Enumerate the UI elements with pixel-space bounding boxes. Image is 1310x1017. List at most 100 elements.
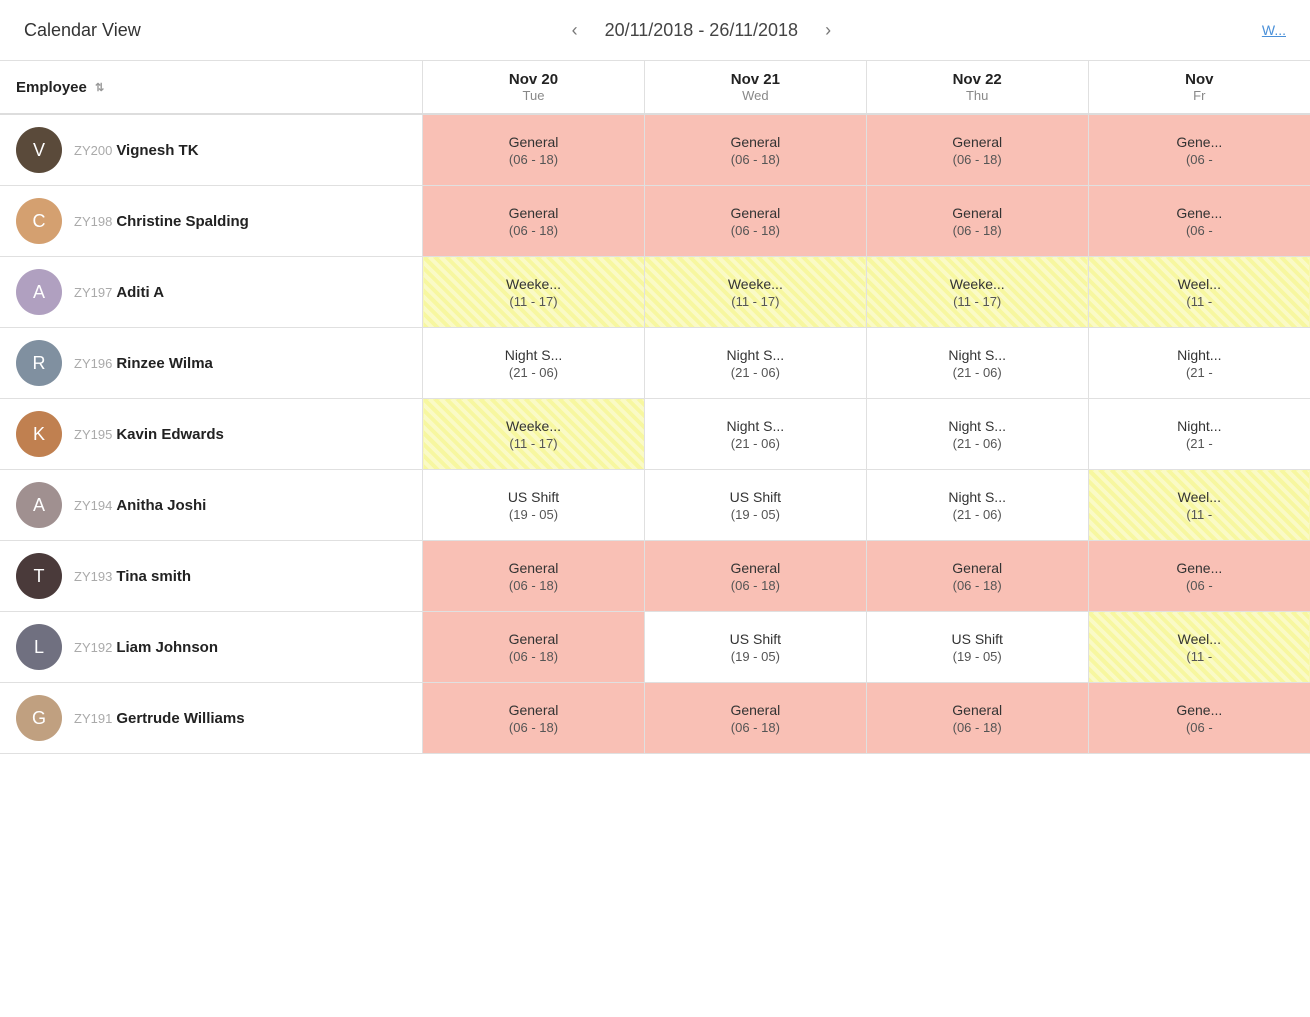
shift-time: (06 - [1097,578,1302,593]
shift-cell-6-1[interactable]: General (06 - 18) [644,541,866,612]
shift-time: (06 - 18) [875,578,1080,593]
shift-cell-0-0[interactable]: General(06 - 18) [423,114,645,186]
avatar: C [16,198,62,244]
shift-cell-7-1[interactable]: US Shift(19 - 05) [644,612,866,683]
next-arrow[interactable]: › [814,16,842,44]
day-sub-3: Fr [1097,88,1302,103]
shift-label: General [431,205,636,221]
employee-cell-7: LZY192 Liam Johnson [0,612,423,683]
shift-time: (06 - 18) [653,720,858,735]
shift-cell-0-2[interactable]: General(06 - 18) [866,114,1088,186]
shift-label: General [653,560,858,576]
shift-cell-2-2[interactable]: Weeke...(11 - 17) [866,257,1088,328]
shift-cell-4-2[interactable]: Night S...(21 - 06) [866,399,1088,470]
shift-label: Weel... [1097,489,1302,505]
shift-cell-5-1[interactable]: US Shift(19 - 05) [644,470,866,541]
employee-id: ZY193 [74,569,112,584]
shift-time: (19 - 05) [431,507,636,522]
calendar-table: Employee ⇅ Nov 20 Tue Nov 21 Wed Nov 22 … [0,61,1310,754]
shift-time: (11 - 17) [431,294,636,309]
view-link[interactable]: W... [1262,22,1286,38]
shift-cell-3-1[interactable]: Night S...(21 - 06) [644,328,866,399]
shift-cell-6-2[interactable]: General(06 - 18) [866,541,1088,612]
table-row: TZY193 Tina smithGeneral(06 - 18)General… [0,541,1310,612]
shift-label: US Shift [653,489,858,505]
employee-cell-4: KZY195 Kavin Edwards [0,399,423,470]
shift-cell-0-1[interactable]: General(06 - 18) [644,114,866,186]
shift-label: Night S... [653,347,858,363]
shift-cell-8-3[interactable]: Gene...(06 - [1088,683,1310,754]
shift-time: (06 - 18) [431,649,636,664]
shift-cell-2-1[interactable]: Weeke...(11 - 17) [644,257,866,328]
shift-cell-4-3[interactable]: Night... (21 - [1088,399,1310,470]
shift-time: (21 - 06) [431,365,636,380]
shift-cell-0-3[interactable]: Gene...(06 - [1088,114,1310,186]
shift-cell-8-0[interactable]: General(06 - 18) [423,683,645,754]
prev-arrow[interactable]: ‹ [561,16,589,44]
shift-cell-5-3[interactable]: Weel...(11 - [1088,470,1310,541]
shift-label: Gene... [1097,702,1302,718]
table-row: KZY195 Kavin EdwardsWeeke...(11 - 17)Nig… [0,399,1310,470]
shift-cell-4-1[interactable]: Night S...(21 - 06) [644,399,866,470]
shift-time: (11 - [1097,649,1302,664]
shift-cell-3-3[interactable]: Night... (21 - [1088,328,1310,399]
shift-label: Gene... [1097,205,1302,221]
employee-name: Anitha Joshi [116,497,206,514]
shift-cell-6-0[interactable]: General(06 - 18) [423,541,645,612]
shift-cell-1-3[interactable]: Gene...(06 - [1088,186,1310,257]
shift-time: (11 - [1097,294,1302,309]
employee-name-id: ZY193 Tina smith [74,568,191,585]
shift-cell-2-3[interactable]: Weel...(11 - [1088,257,1310,328]
shift-label: Weeke... [653,276,858,292]
shift-cell-8-2[interactable]: General(06 - 18) [866,683,1088,754]
shift-time: (21 - [1097,365,1302,380]
shift-label: Gene... [1097,134,1302,150]
employee-name-id: ZY194 Anitha Joshi [74,497,206,514]
shift-cell-1-2[interactable]: General(06 - 18) [866,186,1088,257]
employee-cell-3: RZY196 Rinzee Wilma [0,328,423,399]
shift-time: (21 - 06) [875,365,1080,380]
shift-label: US Shift [653,631,858,647]
employee-name: Gertrude Williams [116,710,244,727]
employee-name: Rinzee Wilma [116,355,213,372]
shift-time: (06 - 18) [431,578,636,593]
shift-cell-7-3[interactable]: Weel... (11 - [1088,612,1310,683]
shift-time: (06 - 18) [653,578,858,593]
sort-icon[interactable]: ⇅ [95,81,104,94]
shift-cell-8-1[interactable]: General(06 - 18) [644,683,866,754]
shift-label: General [875,205,1080,221]
shift-cell-7-0[interactable]: General(06 - 18) [423,612,645,683]
day-header-3: Nov Fr [1088,61,1310,114]
avatar: T [16,553,62,599]
shift-cell-3-2[interactable]: Night S...(21 - 06) [866,328,1088,399]
employee-name-id: ZY198 Christine Spalding [74,213,249,230]
avatar: L [16,624,62,670]
shift-cell-5-0[interactable]: US Shift (19 - 05) [423,470,645,541]
shift-cell-1-1[interactable]: General(06 - 18) [644,186,866,257]
shift-time: (21 - 06) [653,436,858,451]
shift-cell-1-0[interactable]: General(06 - 18) [423,186,645,257]
employee-name: Aditi A [116,284,164,301]
shift-label: Night... [1097,418,1302,434]
shift-label: General [875,134,1080,150]
shift-cell-5-2[interactable]: Night S...(21 - 06) [866,470,1088,541]
shift-label: Weeke... [875,276,1080,292]
day-sub-1: Wed [653,88,858,103]
shift-time: (21 - [1097,436,1302,451]
employee-column-header[interactable]: Employee ⇅ [0,61,423,114]
employee-id: ZY200 [74,143,112,158]
employee-id: ZY192 [74,640,112,655]
shift-time: (19 - 05) [875,649,1080,664]
shift-cell-4-0[interactable]: Weeke...(11 - 17) [423,399,645,470]
shift-label: Weel... [1097,631,1302,647]
shift-label: US Shift [431,489,636,505]
shift-label: Night S... [431,347,636,363]
employee-cell-6: T ZY193 Tina smith [0,541,423,612]
shift-cell-3-0[interactable]: Night S... (21 - 06) [423,328,645,399]
day-name-2: Nov 22 [875,71,1080,88]
shift-cell-6-3[interactable]: Gene...(06 - [1088,541,1310,612]
shift-cell-7-2[interactable]: US Shift(19 - 05) [866,612,1088,683]
table-header-row: Employee ⇅ Nov 20 Tue Nov 21 Wed Nov 22 … [0,61,1310,114]
shift-cell-2-0[interactable]: Weeke...(11 - 17) [423,257,645,328]
shift-label: Night... [1097,347,1302,363]
